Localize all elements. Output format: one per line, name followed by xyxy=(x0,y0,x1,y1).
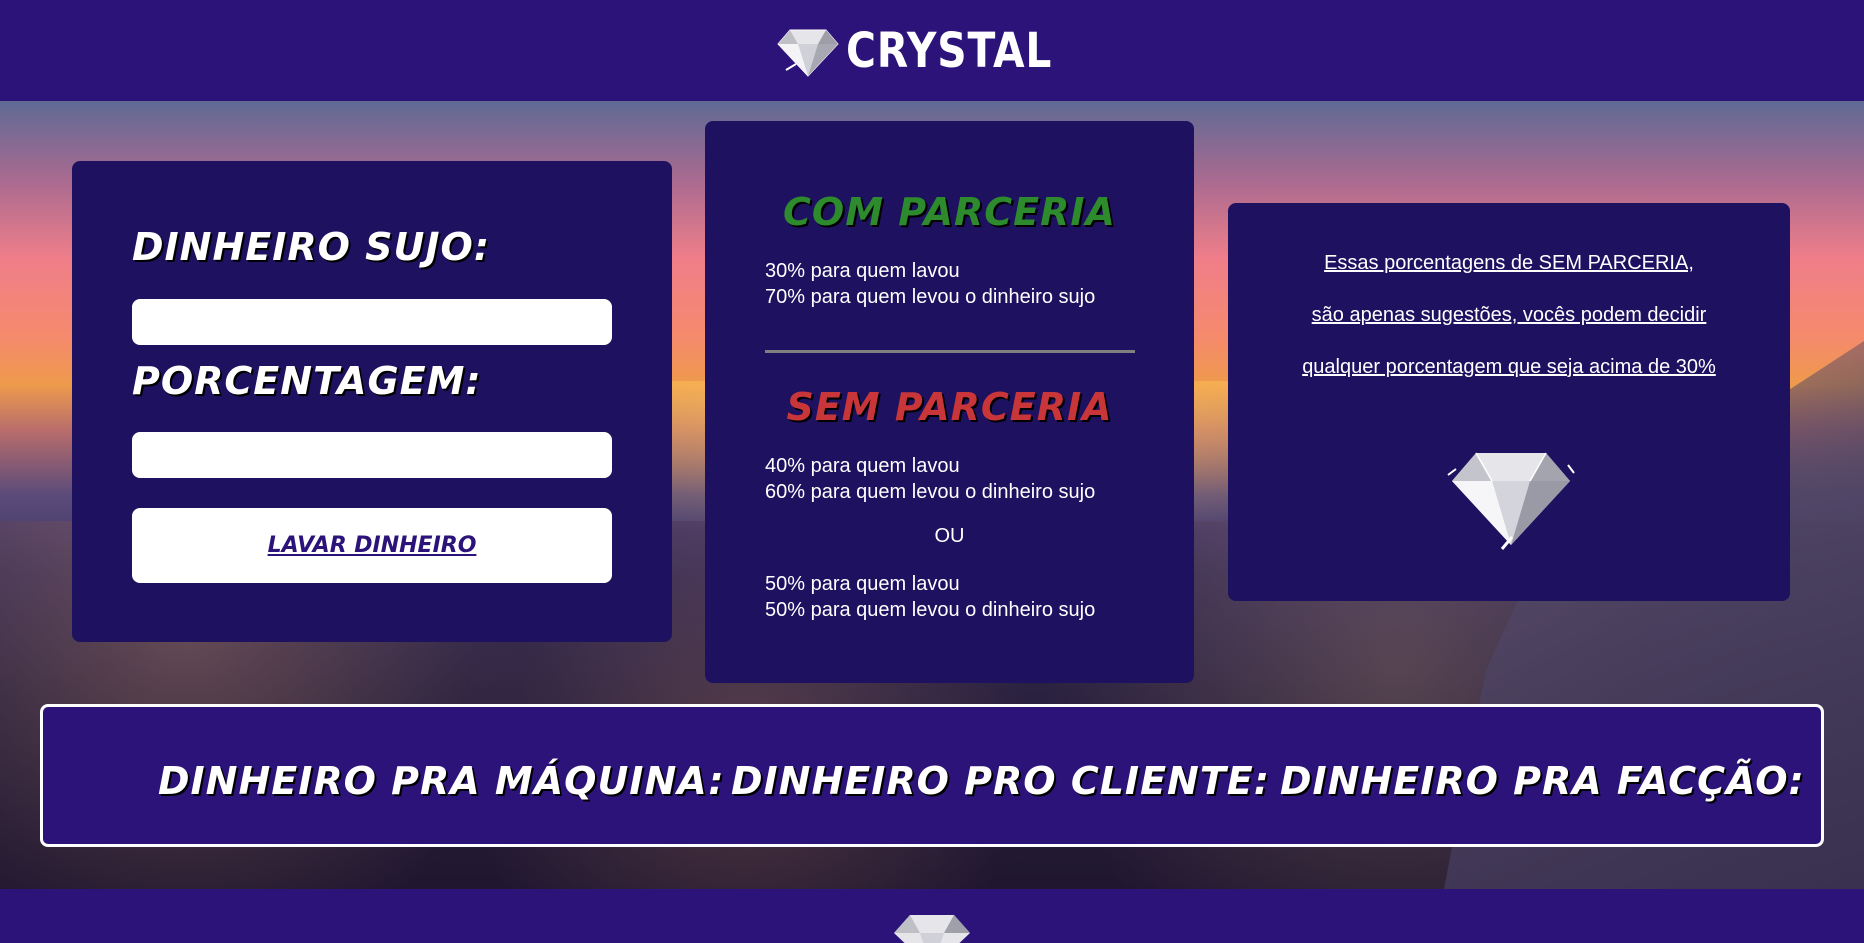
or-label: OU xyxy=(934,525,965,547)
without-partnership-option-a: 40% para quem lavou 60% para quem levou … xyxy=(765,453,1095,505)
percentage-input[interactable] xyxy=(132,432,612,478)
crystal-logo[interactable]: CRYSTAL xyxy=(776,23,1089,79)
diamond-icon xyxy=(777,29,839,77)
money-form-panel: DINHEIRO SUJO: PORCENTAGEM: LAVAR DINHEI… xyxy=(72,161,672,642)
diamond-icon xyxy=(1447,452,1575,550)
faction-money-label: DINHEIRO PRA FACÇÃO: xyxy=(1280,759,1805,803)
dirty-money-label: DINHEIRO SUJO: xyxy=(132,225,491,269)
option-a-line: 40% para quem lavou xyxy=(765,455,960,477)
machine-money-label: DINHEIRO PRA MÁQUINA: xyxy=(158,759,725,803)
footer-bar xyxy=(0,889,1864,943)
section-divider xyxy=(765,350,1135,353)
with-partnership-line: 70% para quem levou o dinheiro sujo xyxy=(765,286,1096,308)
note-line: são apenas sugestões, vocês podem decidi… xyxy=(1311,304,1707,326)
option-b-line: 50% para quem levou o dinheiro sujo xyxy=(765,599,1096,621)
with-partnership-title: COM PARCERIA xyxy=(783,190,1116,234)
header-bar: CRYSTAL xyxy=(0,0,1864,101)
wash-money-button[interactable]: LAVAR DINHEIRO xyxy=(132,508,612,583)
results-bar: DINHEIRO PRA MÁQUINA: DINHEIRO PRO CLIEN… xyxy=(40,704,1824,847)
option-b-line: 50% para quem lavou xyxy=(765,573,960,595)
note-line: qualquer porcentagem que seja acima de 3… xyxy=(1302,356,1716,378)
without-partnership-option-b: 50% para quem lavou 50% para quem levou … xyxy=(765,571,1095,623)
dirty-money-input[interactable] xyxy=(132,299,612,345)
percentage-label: PORCENTAGEM: xyxy=(132,359,482,403)
without-partnership-title: SEM PARCERIA xyxy=(786,385,1113,429)
note-line: Essas porcentagens de SEM PARCERIA, xyxy=(1324,252,1694,274)
logo-text: CRYSTAL xyxy=(845,22,1052,79)
with-partnership-line: 30% para quem lavou xyxy=(765,260,960,282)
option-a-line: 60% para quem levou o dinheiro sujo xyxy=(765,481,1096,503)
diamond-icon xyxy=(894,915,970,943)
client-money-label: DINHEIRO PRO CLIENTE: xyxy=(731,759,1270,803)
with-partnership-lines: 30% para quem lavou 70% para quem levou … xyxy=(765,258,1095,310)
